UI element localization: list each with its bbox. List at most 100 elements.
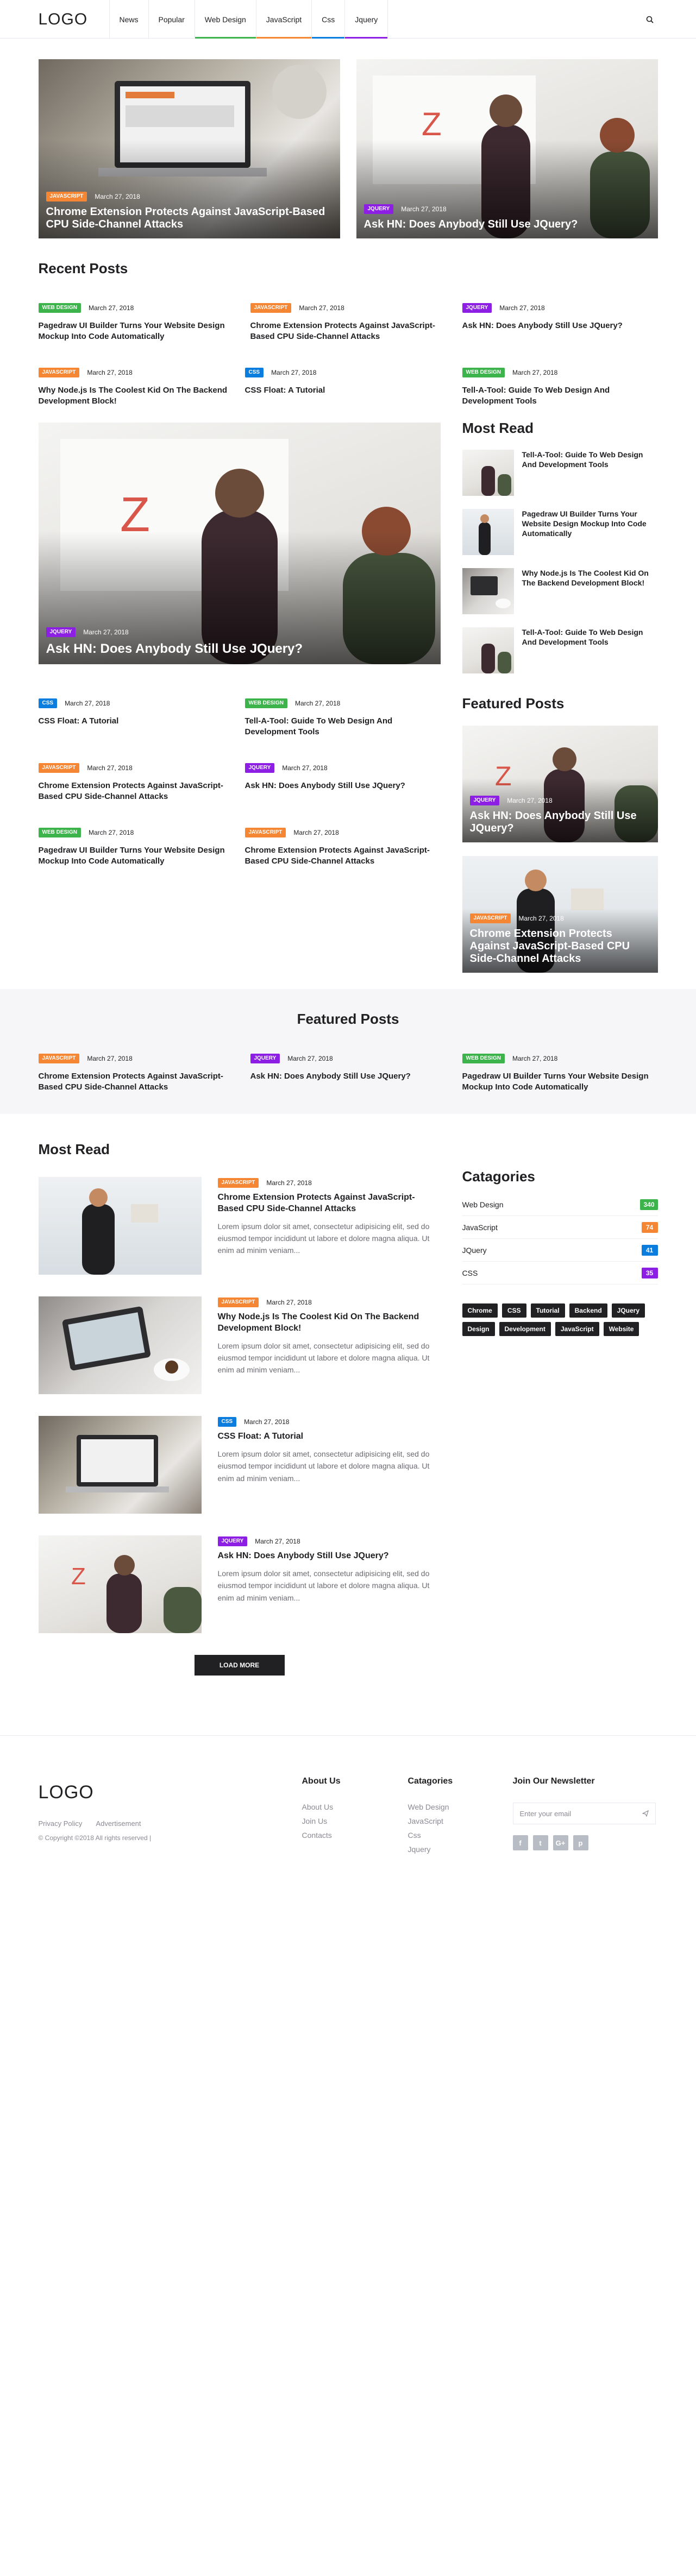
footer-link[interactable]: Jquery xyxy=(408,1845,513,1854)
category-badge[interactable]: JQUERY xyxy=(363,204,394,214)
nav-item-popular[interactable]: Popular xyxy=(149,0,195,39)
nav-item-web-design[interactable]: Web Design xyxy=(195,0,256,39)
footer-link[interactable]: Contacts xyxy=(302,1831,408,1840)
category-item[interactable]: CSS 35 xyxy=(462,1262,658,1284)
category-badge[interactable]: JQUERY xyxy=(250,1054,280,1063)
twitter-icon[interactable]: t xyxy=(532,1835,548,1850)
post-title[interactable]: Chrome Extension Protects Against JavaSc… xyxy=(218,1192,441,1215)
category-badge[interactable]: JAVASCRIPT xyxy=(46,192,87,201)
post-title[interactable]: Pagedraw UI Builder Turns Your Website D… xyxy=(39,320,234,342)
tag-jquery[interactable]: JQuery xyxy=(611,1303,645,1318)
nav-item-css[interactable]: Css xyxy=(312,0,346,39)
category-badge[interactable]: JAVASCRIPT xyxy=(469,914,511,923)
most-read-item[interactable]: Tell-A-Tool: Guide To Web Design And Dev… xyxy=(462,450,658,496)
post-title[interactable]: Pagedraw UI Builder Turns Your Website D… xyxy=(39,845,234,866)
category-badge[interactable]: JAVASCRIPT xyxy=(38,368,80,377)
main-nav: News Popular Web Design JavaScript Css J… xyxy=(109,0,388,39)
post-title[interactable]: Ask HN: Does Anybody Still Use JQuery? xyxy=(218,1551,441,1562)
post-title[interactable]: Ask HN: Does Anybody Still Use JQuery? xyxy=(250,1071,446,1082)
post-title[interactable]: Why Node.js Is The Coolest Kid On The Ba… xyxy=(218,1312,441,1334)
post-title[interactable]: Why Node.js Is The Coolest Kid On The Ba… xyxy=(39,385,234,406)
category-badge[interactable]: CSS xyxy=(217,1417,237,1427)
tag-website[interactable]: Website xyxy=(603,1322,639,1336)
post-title[interactable]: Ask HN: Does Anybody Still Use JQuery? xyxy=(462,320,658,331)
post-title[interactable]: Ask HN: Does Anybody Still Use JQuery? xyxy=(46,641,433,657)
advertisement-link[interactable]: Advertisement xyxy=(96,1819,141,1828)
category-badge[interactable]: JAVASCRIPT xyxy=(250,303,292,313)
tag-tutorial[interactable]: Tutorial xyxy=(530,1303,565,1318)
category-badge[interactable]: JQUERY xyxy=(217,1536,248,1546)
featured-post[interactable]: JAVASCRIPT March 27, 2018 Chrome Extensio… xyxy=(462,856,658,973)
post-title[interactable]: Ask HN: Does Anybody Still Use JQuery? xyxy=(470,810,650,835)
nav-item-javascript[interactable]: JavaScript xyxy=(256,0,312,39)
post-image[interactable]: Z xyxy=(38,1535,202,1633)
tag-backend[interactable]: Backend xyxy=(569,1303,607,1318)
nav-item-news[interactable]: News xyxy=(110,0,149,39)
footer-link[interactable]: Join Us xyxy=(302,1817,408,1825)
privacy-policy-link[interactable]: Privacy Policy xyxy=(39,1819,83,1828)
post-title[interactable]: CSS Float: A Tutorial xyxy=(218,1431,441,1443)
featured-post[interactable]: Z JQUERYMarch 27, 2018 Ask HN: Does Anyb… xyxy=(462,726,658,842)
site-logo[interactable]: LOGO xyxy=(39,10,109,29)
most-read-item[interactable]: Pagedraw UI Builder Turns Your Website D… xyxy=(462,509,658,555)
nav-item-jquery[interactable]: Jquery xyxy=(345,0,388,39)
post-title[interactable]: Chrome Extension Protects Against JavaSc… xyxy=(39,780,234,802)
category-badge[interactable]: CSS xyxy=(38,698,58,708)
search-icon[interactable] xyxy=(642,11,658,28)
pinterest-icon[interactable]: p xyxy=(573,1835,588,1850)
tag-design[interactable]: Design xyxy=(462,1322,495,1336)
post-title[interactable]: Pagedraw UI Builder Turns Your Website D… xyxy=(462,1071,658,1092)
footer-logo[interactable]: LOGO xyxy=(39,1782,302,1803)
footer-link[interactable]: About Us xyxy=(302,1803,408,1811)
category-badge[interactable]: WEB DESIGN xyxy=(38,303,81,313)
post-title[interactable]: CSS Float: A Tutorial xyxy=(245,385,441,396)
category-item[interactable]: JQuery 41 xyxy=(462,1239,658,1262)
tag-chrome[interactable]: Chrome xyxy=(462,1303,498,1318)
post-title[interactable]: Chrome Extension Protects Against JavaSc… xyxy=(470,928,650,965)
post-image[interactable] xyxy=(38,1296,202,1394)
category-badge[interactable]: JQUERY xyxy=(469,796,500,805)
category-badge[interactable]: JAVASCRIPT xyxy=(38,1054,80,1063)
category-badge[interactable]: JQUERY xyxy=(46,627,76,638)
post-title[interactable]: Chrome Extension Protects Against JavaSc… xyxy=(250,320,446,342)
category-badge[interactable]: WEB DESIGN xyxy=(462,368,505,377)
most-read-item[interactable]: Tell-A-Tool: Guide To Web Design And Dev… xyxy=(462,627,658,673)
tag-development[interactable]: Development xyxy=(499,1322,551,1336)
post-title[interactable]: Ask HN: Does Anybody Still Use JQuery? xyxy=(364,218,650,231)
category-badge[interactable]: WEB DESIGN xyxy=(244,698,287,708)
category-item[interactable]: Web Design 340 xyxy=(462,1193,658,1216)
hero-post[interactable]: JAVASCRIPT March 27, 2018 Chrome Extensio… xyxy=(38,59,340,238)
post-image[interactable] xyxy=(38,1177,202,1275)
footer-link[interactable]: JavaScript xyxy=(408,1817,513,1825)
tag-javascript[interactable]: JavaScript xyxy=(555,1322,599,1336)
footer-link[interactable]: Css xyxy=(408,1831,513,1840)
category-badge[interactable]: WEB DESIGN xyxy=(38,828,81,837)
post-title[interactable]: Ask HN: Does Anybody Still Use JQuery? xyxy=(245,780,441,791)
post-title[interactable]: Tell-A-Tool: Guide To Web Design And Dev… xyxy=(245,716,441,737)
newsletter-email-input[interactable]: Enter your email xyxy=(512,1803,656,1824)
post-title[interactable]: Chrome Extension Protects Against JavaSc… xyxy=(46,206,333,231)
post-title[interactable]: Chrome Extension Protects Against JavaSc… xyxy=(39,1071,234,1092)
tag-css[interactable]: CSS xyxy=(501,1303,526,1318)
footer-link[interactable]: Web Design xyxy=(408,1803,513,1811)
send-icon[interactable] xyxy=(642,1810,649,1817)
post-image[interactable] xyxy=(38,1416,202,1514)
post-title[interactable]: Tell-A-Tool: Guide To Web Design And Dev… xyxy=(462,385,658,406)
post-title[interactable]: CSS Float: A Tutorial xyxy=(39,716,234,727)
post-title[interactable]: Chrome Extension Protects Against JavaSc… xyxy=(245,845,441,866)
load-more-button[interactable]: LOAD MORE xyxy=(194,1655,285,1676)
most-read-item[interactable]: Why Node.js Is The Coolest Kid On The Ba… xyxy=(462,568,658,614)
category-item[interactable]: JavaScript 74 xyxy=(462,1216,658,1239)
category-badge[interactable]: JAVASCRIPT xyxy=(217,1178,259,1188)
category-badge[interactable]: WEB DESIGN xyxy=(462,1054,505,1063)
hero-post[interactable]: Z JQUERYMarch 27, 2018 Ask HN: Does Anyb… xyxy=(356,59,658,238)
category-badge[interactable]: JAVASCRIPT xyxy=(217,1298,259,1307)
facebook-icon[interactable]: f xyxy=(512,1835,528,1850)
category-badge[interactable]: JAVASCRIPT xyxy=(244,828,286,837)
featured-big-post[interactable]: Z JQUERYMarch 27, 2018 Ask HN: Does Anyb… xyxy=(38,423,441,664)
category-badge[interactable]: JQUERY xyxy=(462,303,492,313)
category-badge[interactable]: JQUERY xyxy=(244,763,275,773)
category-badge[interactable]: CSS xyxy=(244,368,264,377)
category-badge[interactable]: JAVASCRIPT xyxy=(38,763,80,773)
google-plus-icon[interactable]: G+ xyxy=(553,1835,568,1850)
